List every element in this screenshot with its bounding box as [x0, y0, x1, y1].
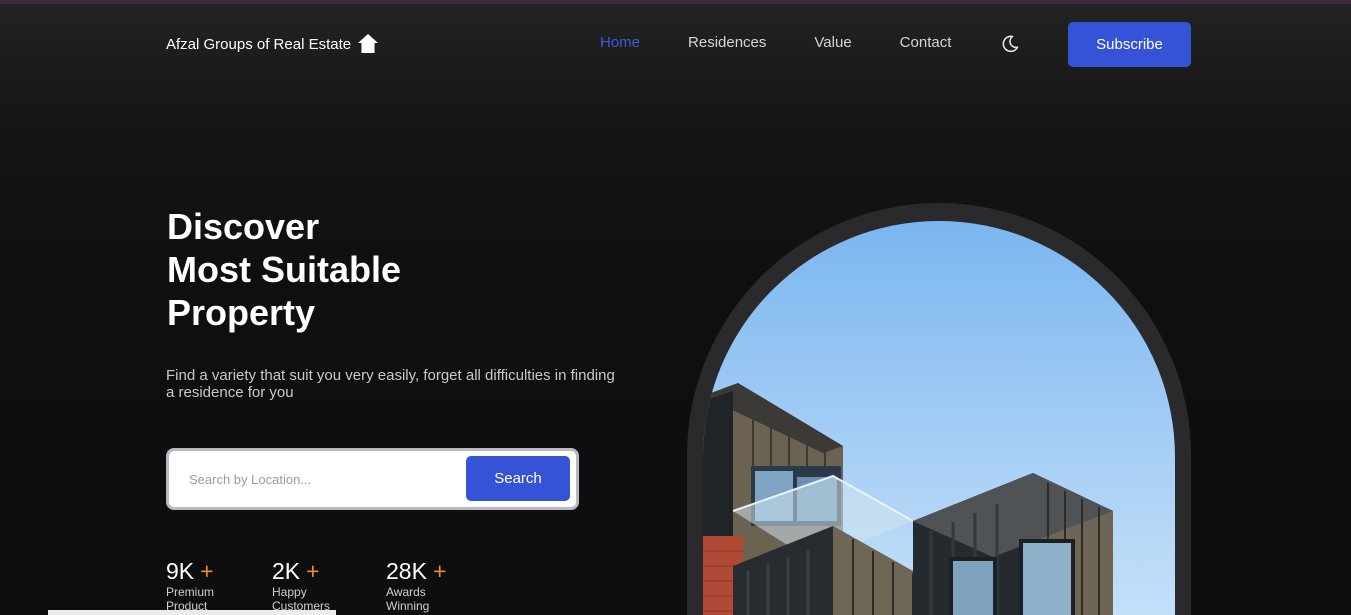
hero-title-line: Property — [167, 292, 316, 333]
stat-value-row: 2K + — [272, 558, 342, 584]
nav-contact-link[interactable]: Contact — [900, 34, 952, 51]
hero-title: Discover Most Suitable Property — [167, 205, 401, 334]
hero-title-line: Most Suitable — [167, 249, 402, 290]
nav-home-link[interactable]: Home — [600, 34, 640, 51]
nav-residences-link[interactable]: Residences — [688, 34, 766, 51]
bottom-scroll-indicator — [48, 610, 336, 615]
search-bar: Search — [166, 448, 579, 510]
search-button[interactable]: Search — [466, 456, 570, 501]
brand-name: Afzal Groups of Real Estate — [166, 35, 352, 53]
stat-label: Awards Winning — [386, 585, 430, 613]
stat-premium-product: 9K + Premium Product — [166, 558, 236, 613]
hero-title-line: Discover — [167, 206, 320, 247]
stat-value: 9K — [166, 558, 195, 584]
brand-logo[interactable]: Afzal Groups of Real Estate — [166, 32, 379, 56]
nav-value-link[interactable]: Value — [814, 34, 851, 51]
subscribe-button[interactable]: Subscribe — [1068, 22, 1191, 67]
stat-value-row: 9K + — [166, 558, 236, 584]
stat-value: 2K — [272, 558, 301, 584]
stat-plus: + — [200, 558, 214, 584]
stat-label: Happy Customers — [272, 585, 331, 613]
stat-plus: + — [306, 558, 320, 584]
stat-label: Premium Product — [166, 585, 215, 613]
moon-icon[interactable] — [1000, 34, 1020, 54]
stat-value: 28K — [386, 558, 427, 584]
stat-plus: + — [432, 558, 447, 584]
stat-value-row: 28K + — [386, 558, 456, 584]
home-icon — [357, 33, 379, 55]
hero-subtitle: Find a variety that suit you very easily… — [166, 367, 615, 401]
search-input[interactable] — [189, 468, 459, 490]
stat-happy-customers: 2K + Happy Customers — [272, 558, 342, 613]
stat-awards-winning: 28K + Awards Winning — [386, 558, 456, 613]
main-nav: Home Residences Value Contact — [600, 34, 999, 51]
